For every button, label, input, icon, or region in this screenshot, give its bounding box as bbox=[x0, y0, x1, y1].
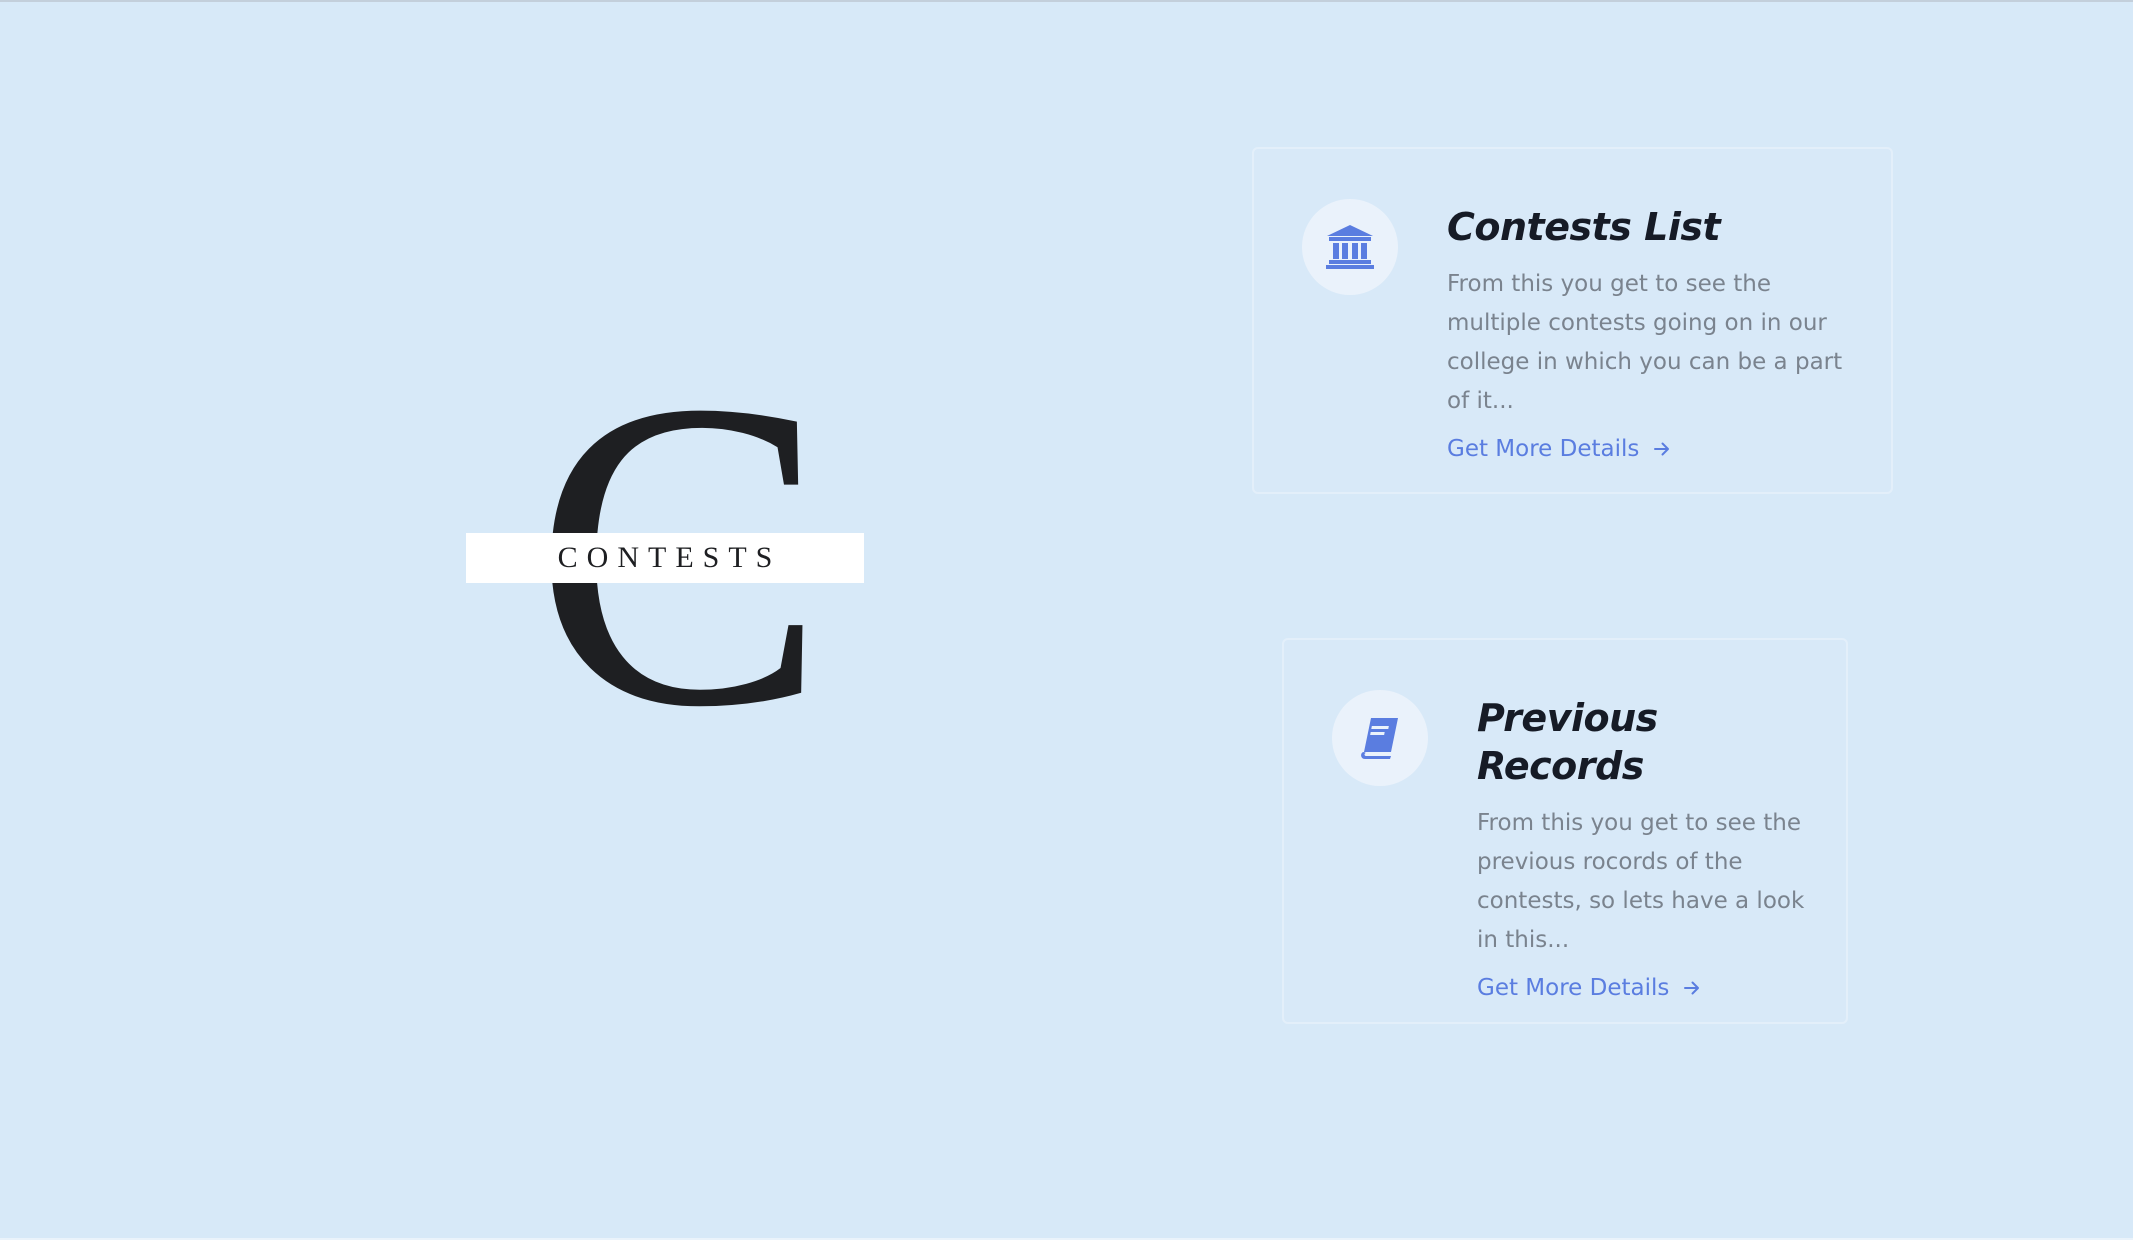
logo-band: CONTESTS bbox=[466, 533, 864, 583]
contests-logo: C CONTESTS bbox=[460, 365, 870, 745]
get-more-details-link[interactable]: Get More Details bbox=[1447, 434, 1671, 464]
get-more-details-link[interactable]: Get More Details bbox=[1477, 973, 1701, 1003]
card-title: Previous Records bbox=[1477, 696, 1658, 788]
card-body: Contests List From this you get to see t… bbox=[1447, 203, 1857, 464]
card-body: Previous Records From this you get to se… bbox=[1477, 694, 1812, 1003]
card-title: Contests List bbox=[1447, 205, 1721, 249]
book-icon bbox=[1361, 718, 1398, 759]
previous-records-card: Previous Records From this you get to se… bbox=[1282, 638, 1848, 1024]
book-icon-circle bbox=[1332, 690, 1428, 786]
bank-icon bbox=[1326, 225, 1374, 269]
card-description: From this you get to see the multiple co… bbox=[1447, 271, 1843, 414]
logo-word: CONTESTS bbox=[557, 541, 782, 574]
bank-icon-circle bbox=[1302, 199, 1398, 295]
link-label: Get More Details bbox=[1447, 436, 1640, 462]
top-divider bbox=[0, 0, 2133, 2]
link-label: Get More Details bbox=[1477, 975, 1670, 1001]
arrow-right-icon bbox=[1683, 979, 1701, 997]
card-description: From this you get to see the previous ro… bbox=[1477, 810, 1805, 953]
contests-list-card: Contests List From this you get to see t… bbox=[1252, 147, 1893, 494]
arrow-right-icon bbox=[1653, 440, 1671, 458]
